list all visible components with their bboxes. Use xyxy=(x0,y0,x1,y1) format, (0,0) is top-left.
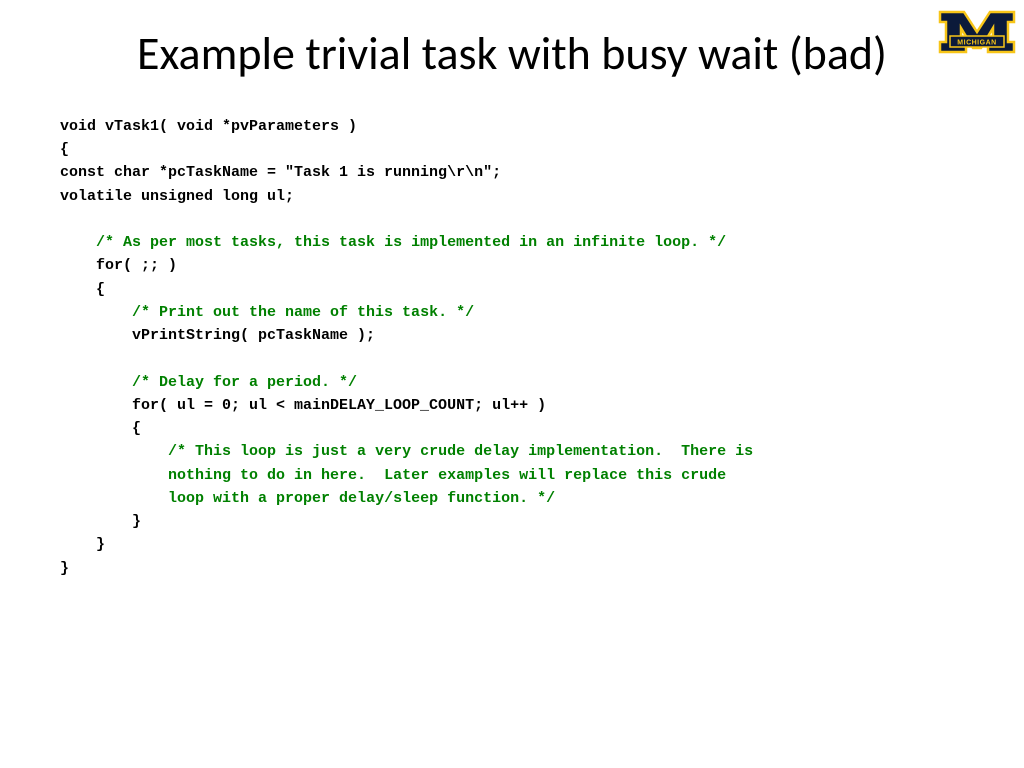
michigan-logo: MICHIGAN xyxy=(938,8,1016,58)
slide-title: Example trivial task with busy wait (bad… xyxy=(0,0,1024,81)
svg-text:MICHIGAN: MICHIGAN xyxy=(957,40,996,47)
code-block: void vTask1( void *pvParameters ) { cons… xyxy=(0,81,1024,580)
slide: MICHIGAN Example trivial task with busy … xyxy=(0,0,1024,768)
